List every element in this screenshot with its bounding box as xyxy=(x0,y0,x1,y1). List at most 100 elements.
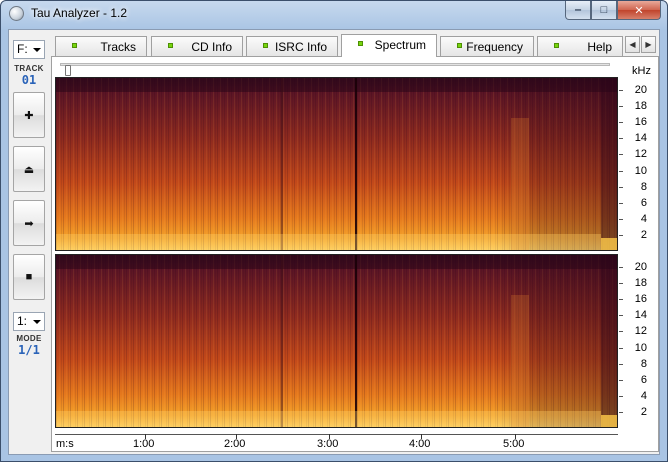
title-bar[interactable]: Tau Analyzer - 1.2 ‒ □ ✕ xyxy=(1,1,667,27)
time-tick-label: 1:00 xyxy=(133,438,155,450)
frequency-tick-mark xyxy=(619,395,623,397)
frequency-tick-label: 12 xyxy=(634,148,647,161)
frequency-tick-mark xyxy=(619,202,623,204)
frequency-tick-mark xyxy=(619,411,623,413)
tab-scroll-right-button[interactable]: ▶ xyxy=(641,36,656,53)
tab-label: ISRC Info xyxy=(274,40,327,54)
frequency-tick-label: 12 xyxy=(634,325,647,338)
position-slider[interactable] xyxy=(60,63,610,76)
tab-label: Help xyxy=(587,40,612,54)
frequency-tick-mark xyxy=(619,186,623,188)
frequency-tick-mark xyxy=(619,154,623,156)
status-led-icon xyxy=(457,43,462,48)
window-title: Tau Analyzer - 1.2 xyxy=(31,6,128,20)
maximize-button[interactable]: □ xyxy=(591,1,617,20)
time-tick-label: 2:00 xyxy=(224,438,246,450)
time-axis: m:s 1:00 2:00 3:00 4:00 5:00 xyxy=(55,434,618,452)
frequency-tick-mark xyxy=(619,267,623,268)
time-tick-mark xyxy=(145,434,146,439)
app-icon xyxy=(9,6,24,21)
frequency-tick-mark xyxy=(619,363,623,365)
spectrogram-image xyxy=(56,255,617,427)
mode-select[interactable]: 1: xyxy=(13,312,45,331)
time-tick-label: 4:00 xyxy=(409,438,431,450)
drive-select[interactable]: F: xyxy=(13,40,45,59)
frequency-tick-mark xyxy=(619,299,623,301)
stop-button[interactable]: ■ xyxy=(13,254,45,300)
frequency-tick-mark xyxy=(619,234,623,236)
drive-select-value: F: xyxy=(17,42,28,56)
time-tick-mark xyxy=(236,434,237,439)
tab-cd-info[interactable]: CD Info xyxy=(151,36,243,56)
plus-icon: ✚ xyxy=(24,109,34,122)
frequency-tick-mark xyxy=(619,315,623,317)
stop-icon: ■ xyxy=(25,271,33,283)
frequency-tick-label: 18 xyxy=(634,100,647,113)
play-button[interactable]: ➡ xyxy=(13,200,45,246)
frequency-tick-label: 6 xyxy=(640,373,647,386)
frequency-tick-label: 8 xyxy=(640,180,647,193)
frequency-tick-label: 16 xyxy=(634,293,647,306)
frequency-tick-label: 20 xyxy=(634,261,647,273)
status-led-icon xyxy=(554,43,559,48)
mode-caption: MODE xyxy=(16,334,42,343)
time-tick-mark xyxy=(329,434,330,439)
eject-button[interactable]: ⏏ xyxy=(13,146,45,192)
tab-label: Tracks xyxy=(100,40,136,54)
frequency-tick-mark xyxy=(619,106,623,108)
frequency-tick-mark xyxy=(619,138,623,140)
frequency-tick-mark xyxy=(619,331,623,333)
frequency-tick-label: 14 xyxy=(634,132,647,145)
status-led-icon xyxy=(72,43,77,48)
client-area: F: TRACK 01 ✚ ⏏ ➡ ■ 1: MODE 1/1 Tracks C… xyxy=(8,29,660,455)
frequency-tick-label: 10 xyxy=(634,164,647,177)
time-tick-mark xyxy=(515,434,516,439)
mode-select-value: 1: xyxy=(17,314,28,328)
frequency-tick-mark xyxy=(619,170,623,172)
frequency-tick-label: 4 xyxy=(640,389,647,402)
tab-label: Frequency xyxy=(466,40,523,54)
time-tick-label: 5:00 xyxy=(503,438,525,450)
frequency-tick-mark xyxy=(619,90,623,91)
chevron-down-icon xyxy=(33,48,41,52)
add-button[interactable]: ✚ xyxy=(13,92,45,138)
tab-help[interactable]: Help xyxy=(537,36,623,56)
tab-strip: Tracks CD Info ISRC Info Spectrum Freque… xyxy=(51,34,656,57)
tab-frequency[interactable]: Frequency xyxy=(440,36,534,56)
frequency-unit-label: kHz xyxy=(632,65,651,77)
close-button[interactable]: ✕ xyxy=(617,1,661,20)
spectrogram-image xyxy=(56,78,617,250)
tab-scroll-left-button[interactable]: ◀ xyxy=(625,36,640,53)
tab-label: Spectrum xyxy=(374,38,426,52)
tab-tracks[interactable]: Tracks xyxy=(55,36,147,56)
chevron-left-icon: ◀ xyxy=(629,40,636,49)
frequency-tick-label: 8 xyxy=(640,357,647,370)
frequency-tick-label: 16 xyxy=(634,116,647,129)
time-tick-mark xyxy=(421,434,422,439)
frequency-tick-label: 14 xyxy=(634,309,647,322)
frequency-tick-mark xyxy=(619,347,623,349)
frequency-tick-label: 2 xyxy=(640,405,647,418)
app-window: Tau Analyzer - 1.2 ‒ □ ✕ F: TRACK 01 ✚ ⏏… xyxy=(0,0,668,462)
minimize-button[interactable]: ‒ xyxy=(565,1,591,20)
frequency-tick-label: 6 xyxy=(640,196,647,209)
frequency-tick-label: 2 xyxy=(640,228,647,241)
arrow-right-icon: ➡ xyxy=(24,217,34,230)
mode-value: 1/1 xyxy=(18,343,40,357)
tab-spectrum[interactable]: Spectrum xyxy=(341,34,437,57)
frequency-tick-label: 10 xyxy=(634,341,647,354)
slider-thumb[interactable] xyxy=(65,65,71,76)
frequency-tick-mark xyxy=(619,379,623,381)
status-led-icon xyxy=(168,43,173,48)
tab-isrc-info[interactable]: ISRC Info xyxy=(246,36,338,56)
chevron-down-icon xyxy=(33,320,41,324)
frequency-tick-label: 18 xyxy=(634,277,647,290)
frequency-tick-label: 20 xyxy=(634,84,647,96)
spectrogram-left-channel xyxy=(55,77,618,251)
track-number: 01 xyxy=(21,73,37,87)
spectrogram-right-channel xyxy=(55,254,618,428)
left-toolbar: F: TRACK 01 ✚ ⏏ ➡ ■ 1: MODE 1/1 xyxy=(11,34,47,452)
eject-icon: ⏏ xyxy=(23,163,35,176)
tab-label: CD Info xyxy=(191,40,232,54)
track-caption: TRACK xyxy=(14,64,44,73)
